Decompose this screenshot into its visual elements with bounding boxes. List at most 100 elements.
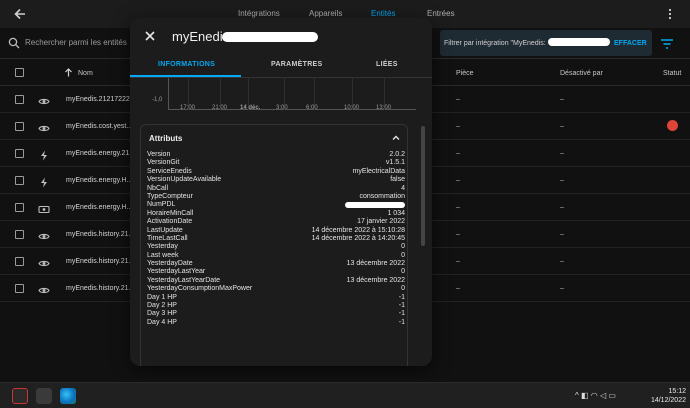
entity-piece: – (456, 285, 460, 292)
entity-piece: – (456, 123, 460, 130)
row-checkbox[interactable] (15, 230, 24, 239)
eye-icon (38, 283, 50, 294)
chart-x-tick-label: 6:00 (306, 105, 318, 111)
dialog-content: -1,0 17:00 21:00 14 déc. 3:00 6:00 10:00 13:00… (130, 78, 432, 366)
attribute-value: -1 (398, 293, 405, 301)
flash-icon (38, 148, 50, 161)
column-header-piece[interactable]: Pièce (456, 70, 474, 77)
entity-disabled-by: – (560, 258, 564, 265)
entity-name: myEnedis.cost.yest... (66, 123, 133, 130)
column-header-name[interactable]: Nom (78, 70, 93, 77)
attribute-row: Version 2.0.2 (147, 151, 405, 159)
system-tray[interactable]: ^ ◧ ◠ ◁ ▭ (575, 391, 616, 400)
attributes-header[interactable]: Attributs (149, 134, 182, 143)
tab-entites[interactable]: Entités (371, 9, 395, 18)
eye-icon (38, 94, 50, 105)
edge-browser-icon[interactable] (60, 388, 76, 404)
entity-name: myEnedis.energy.H... (66, 177, 133, 184)
attribute-key: LastUpdate (147, 226, 183, 234)
row-checkbox[interactable] (15, 149, 24, 158)
entity-disabled-by: – (560, 285, 564, 292)
entity-piece: – (456, 258, 460, 265)
attribute-row: ServiceEnedis myElectricalData (147, 168, 405, 176)
entity-disabled-by: – (560, 123, 564, 130)
tab-integrations[interactable]: Intégrations (238, 9, 280, 18)
attribute-key: NumPDL (147, 201, 176, 209)
sort-arrow-icon[interactable] (64, 68, 73, 77)
attribute-row: YesterdayConsumptionMaxPower 0 (147, 285, 405, 293)
attribute-value: -1 (398, 302, 405, 310)
attribute-row: Day 4 HP -1 (147, 319, 405, 327)
attribute-value: 0 (401, 251, 405, 259)
attribute-key: HoraireMinCall (147, 209, 194, 217)
history-chart: -1,0 17:00 21:00 14 déc. 3:00 6:00 10:00 13:00 (140, 78, 416, 116)
chart-x-tick-label: 10:00 (344, 105, 360, 111)
scrollbar-thumb[interactable] (421, 126, 425, 246)
entity-disabled-by: – (560, 204, 564, 211)
attribute-key: VersionUpdateAvailable (147, 176, 222, 184)
attribute-key: YesterdayLastYear (147, 268, 206, 276)
clear-filter-button[interactable]: EFFACER (614, 40, 647, 47)
attribute-row: VersionUpdateAvailable false (147, 176, 405, 184)
row-checkbox[interactable] (15, 203, 24, 212)
error-status-icon (667, 120, 678, 131)
attribute-value: 0 (401, 243, 405, 251)
row-checkbox[interactable] (15, 284, 24, 293)
clock-time: 15:12 (668, 388, 686, 395)
attribute-key: Day 3 HP (147, 310, 177, 318)
attribute-value: 17 janvier 2022 (357, 218, 405, 226)
app-icon[interactable] (12, 388, 28, 404)
attribute-row: LastUpdate 14 décembre 2022 à 15:10:28 (147, 227, 405, 235)
attribute-row: Day 3 HP -1 (147, 310, 405, 318)
attribute-row: YesterdayDate 13 décembre 2022 (147, 260, 405, 268)
attribute-value: 0 (401, 268, 405, 276)
redacted-block (548, 38, 610, 46)
tab-entrees[interactable]: Entrées (427, 9, 455, 18)
filter-label: Filtrer par intégration "MyEnedis: (444, 40, 546, 47)
attribute-value: consommation (359, 192, 405, 200)
attribute-value: 13 décembre 2022 (346, 260, 405, 268)
column-header-disabled-by[interactable]: Désactivé par (560, 70, 603, 77)
entity-disabled-by: – (560, 231, 564, 238)
more-vert-icon[interactable] (664, 8, 676, 20)
tab-informations[interactable]: INFORMATIONS (158, 61, 215, 68)
entity-name: myEnedis.21217222... (66, 96, 136, 103)
attribute-key: TimeLastCall (147, 234, 188, 242)
row-checkbox[interactable] (15, 176, 24, 185)
attribute-row: TypeCompteur consommation (147, 193, 405, 201)
eye-icon (38, 121, 50, 132)
attribute-key: Last week (147, 251, 179, 259)
attribute-row: YesterdayLastYearDate 13 décembre 2022 (147, 277, 405, 285)
tab-parametres[interactable]: PARAMÈTRES (271, 61, 322, 68)
attributes-list: Version 2.0.2 VersionGit v1.5.1 ServiceEnedi… (147, 151, 405, 327)
eye-icon (38, 229, 50, 240)
attribute-row: TimeLastCall 14 décembre 2022 à 14:20:45 (147, 235, 405, 243)
clock[interactable]: 15:12 14/12/2022 (648, 387, 686, 405)
attribute-key: YesterdayConsumptionMaxPower (147, 285, 253, 293)
row-checkbox[interactable] (15, 95, 24, 104)
attribute-row: Last week 0 (147, 252, 405, 260)
row-checkbox[interactable] (15, 257, 24, 266)
entity-name: myEnedis.history.21... (66, 258, 135, 265)
attribute-key: Version (147, 151, 171, 158)
chevron-up-icon[interactable] (391, 133, 401, 143)
attribute-row: ActivationDate 17 janvier 2022 (147, 218, 405, 226)
entity-name: myEnedis.energy.H... (66, 204, 133, 211)
attribute-key: Day 1 HP (147, 293, 177, 301)
tab-liees[interactable]: LIÉES (376, 61, 398, 68)
close-icon[interactable] (144, 30, 156, 42)
tab-appareils[interactable]: Appareils (309, 9, 342, 18)
filter-icon[interactable] (660, 38, 674, 50)
entity-disabled-by: – (560, 177, 564, 184)
app-icon[interactable] (36, 388, 52, 404)
row-checkbox[interactable] (15, 122, 24, 131)
attribute-row: HoraireMinCall 1 034 (147, 210, 405, 218)
select-all-checkbox[interactable] (15, 68, 24, 77)
flash-icon (38, 175, 50, 188)
eye-icon (38, 256, 50, 267)
search-input[interactable]: Rechercher parmi les entités (25, 38, 127, 47)
entity-disabled-by: – (560, 150, 564, 157)
chart-y-tick-label: -1,0 (152, 97, 163, 103)
column-header-status[interactable]: Statut (663, 70, 681, 77)
attribute-value: -1 (398, 310, 405, 318)
